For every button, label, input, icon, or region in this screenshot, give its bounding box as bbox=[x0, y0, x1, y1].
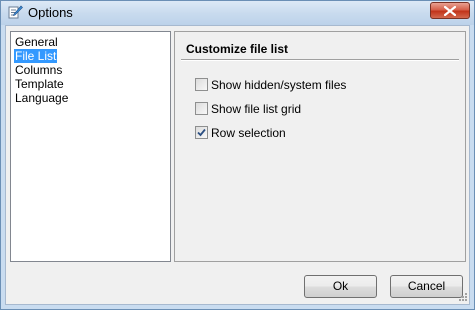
show-grid-checkbox[interactable] bbox=[195, 102, 208, 115]
show-hidden-files-label: Show hidden/system files bbox=[211, 78, 347, 92]
panel-divider bbox=[181, 59, 459, 61]
checkmark-icon bbox=[197, 128, 206, 137]
title-bar[interactable]: Options bbox=[1, 1, 474, 25]
close-icon bbox=[444, 6, 456, 16]
options-pencil-icon bbox=[8, 5, 23, 20]
nav-item-columns[interactable]: Columns bbox=[14, 63, 63, 77]
cancel-button[interactable]: Cancel bbox=[390, 275, 463, 298]
ok-button[interactable]: Ok bbox=[304, 275, 377, 298]
close-button[interactable] bbox=[430, 2, 470, 19]
nav-item-file-list[interactable]: File List bbox=[14, 49, 58, 63]
nav-item-general[interactable]: General bbox=[14, 35, 59, 49]
settings-panel: Customize file list Show hidden/system f… bbox=[174, 31, 466, 262]
category-list[interactable]: General File List Columns Template Langu… bbox=[10, 31, 171, 262]
resize-grip-icon[interactable] bbox=[457, 291, 467, 301]
show-hidden-files-checkbox[interactable] bbox=[195, 78, 208, 91]
window-title: Options bbox=[28, 5, 73, 20]
dialog-client-area: General File List Columns Template Langu… bbox=[5, 25, 470, 305]
nav-item-template[interactable]: Template bbox=[14, 77, 65, 91]
options-dialog: Options General File List Columns Templa… bbox=[0, 0, 475, 310]
row-selection-label: Row selection bbox=[211, 126, 286, 140]
row-selection-checkbox[interactable] bbox=[195, 126, 208, 139]
show-grid-label: Show file list grid bbox=[211, 102, 302, 116]
nav-item-language[interactable]: Language bbox=[14, 91, 69, 105]
panel-title: Customize file list bbox=[186, 42, 289, 56]
